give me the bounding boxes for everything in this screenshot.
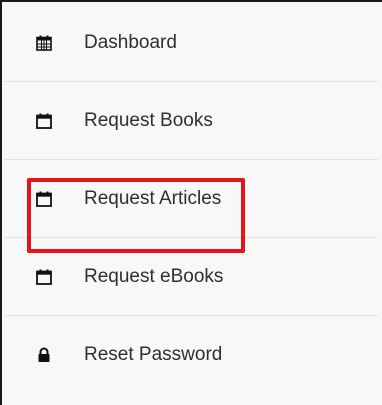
sidebar-item-request-books[interactable]: Request Books xyxy=(4,82,378,160)
calendar-icon xyxy=(36,113,52,129)
calendar-icon xyxy=(36,191,52,207)
calendar-icon xyxy=(36,269,52,285)
sidebar-item-label: Request Books xyxy=(84,109,213,131)
sidebar-item-label: Dashboard xyxy=(84,31,177,53)
sidebar-item-request-articles[interactable]: Request Articles xyxy=(4,160,378,238)
sidebar-item-label: Reset Password xyxy=(84,344,223,365)
sidebar-item-label: Request eBooks xyxy=(84,265,224,287)
calendar-grid-icon xyxy=(36,35,52,51)
sidebar-item-label: Request Articles xyxy=(84,187,222,209)
sidebar-frame: Dashboard Request Books Request Articles… xyxy=(0,0,382,405)
sidebar-item-dashboard[interactable]: Dashboard xyxy=(4,4,378,82)
sidebar-menu: Dashboard Request Books Request Articles… xyxy=(4,4,378,394)
lock-icon xyxy=(36,347,52,363)
sidebar-item-reset-password[interactable]: Reset Password xyxy=(4,316,378,394)
sidebar-item-request-ebooks[interactable]: Request eBooks xyxy=(4,238,378,316)
